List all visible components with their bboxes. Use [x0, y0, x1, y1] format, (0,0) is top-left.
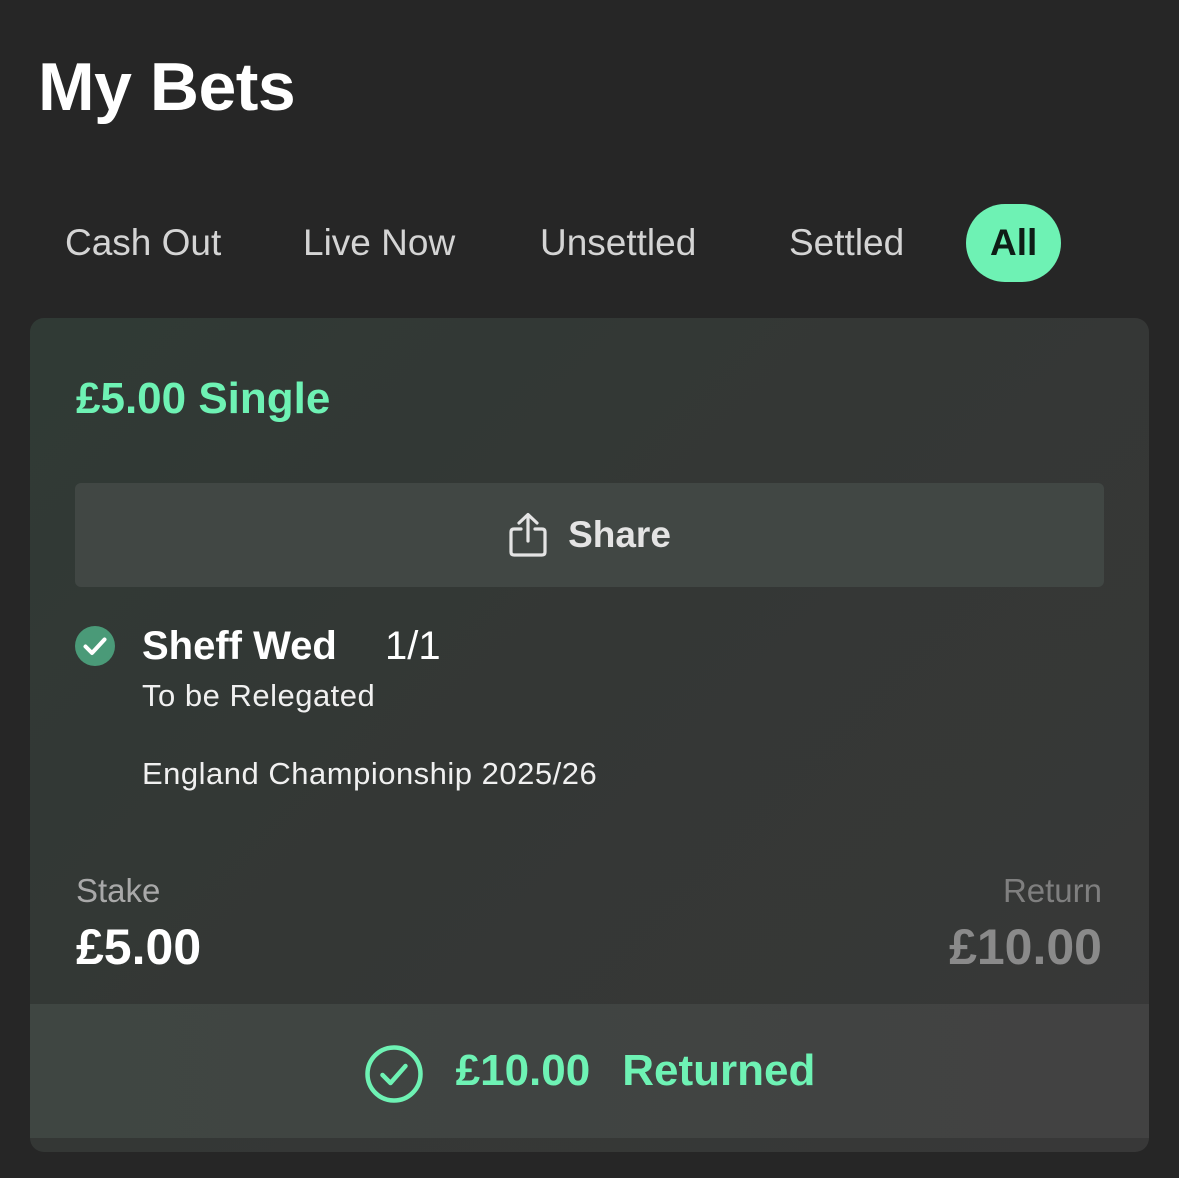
tab-live-now[interactable]: Live Now [303, 204, 455, 282]
return-label: Return [1002, 872, 1102, 909]
tab-all[interactable]: All [966, 204, 1062, 282]
my-bets-page: My Bets Cash Out Live Now Unsettled Sett… [0, 0, 1179, 1178]
share-icon [509, 512, 547, 557]
tab-settled[interactable]: Settled [789, 204, 904, 282]
bet-result-footer: £10.00 Returned [30, 1004, 1149, 1138]
tab-cash-out[interactable]: Cash Out [65, 204, 221, 282]
selection-odds: 1/1 [385, 624, 441, 668]
stake-value: £5.00 [76, 919, 202, 975]
selection-market: To be Relegated [142, 678, 376, 713]
selection-name: Sheff Wed [142, 624, 337, 668]
check-circle-outline-icon [364, 1045, 423, 1103]
bet-card: £5.00 Single Share Sheff Wed 1/1 To be R… [30, 318, 1149, 1152]
share-button[interactable]: Share [75, 483, 1104, 587]
tab-unsettled[interactable]: Unsettled [540, 204, 696, 282]
share-label: Share [568, 514, 671, 555]
return-value: £10.00 [949, 919, 1102, 975]
check-circle-filled-icon [75, 626, 115, 666]
returned-amount: £10.00 [455, 1046, 591, 1095]
page-title: My Bets [38, 49, 296, 125]
returned-status: Returned [622, 1046, 816, 1095]
selection-event: England Championship 2025/26 [142, 756, 598, 791]
stake-label: Stake [76, 872, 161, 909]
bet-filter-tabs: Cash Out Live Now Unsettled Settled All [0, 204, 1179, 282]
bet-title: £5.00 Single [76, 374, 331, 423]
